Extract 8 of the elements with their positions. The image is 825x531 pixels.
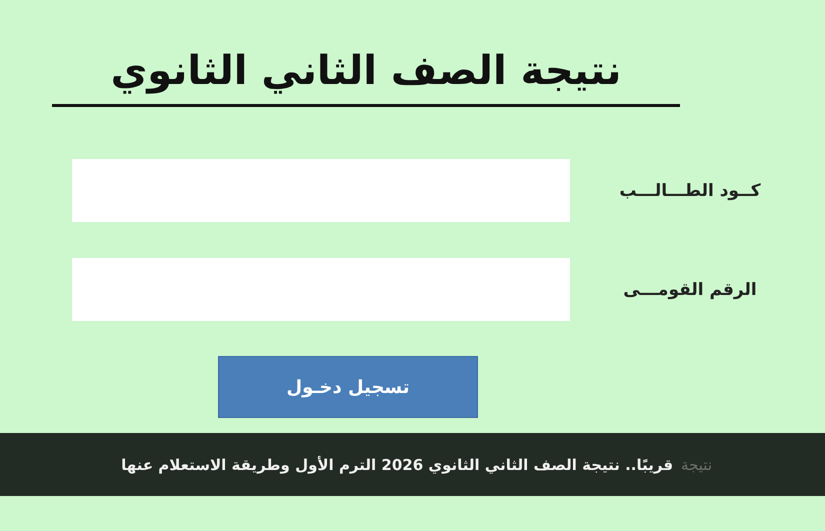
field-label: الرقم القومـــى	[622, 280, 758, 300]
page-title: نتيجة الصف الثاني الثانوي	[52, 48, 680, 107]
ticker-headline[interactable]: قريبًا.. نتيجة الصف الثاني الثانوي 2026 الترم الأول وطريقة الاستعلام عنها	[121, 456, 674, 474]
login-button[interactable]: تسجيل دخـول	[218, 356, 478, 418]
input-field[interactable]	[72, 258, 570, 321]
input-field[interactable]	[72, 159, 570, 222]
ticker-tag: نتيجة	[681, 456, 712, 474]
field-label: كــود الطـــالـــب	[618, 180, 762, 200]
